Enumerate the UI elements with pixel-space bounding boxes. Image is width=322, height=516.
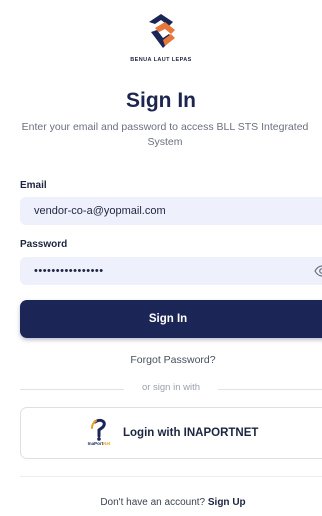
signup-prompt: Don't have an account? Sign Up bbox=[0, 497, 322, 508]
signup-prompt-text: Don't have an account? bbox=[100, 497, 206, 508]
footer-divider bbox=[20, 476, 322, 477]
inaportnet-logo-text: InaPortNet bbox=[87, 441, 111, 446]
email-label: Email bbox=[20, 180, 47, 191]
divider-line-right bbox=[218, 389, 322, 390]
forgot-password-link[interactable]: Forgot Password? bbox=[0, 354, 322, 366]
divider-text: or sign in with bbox=[141, 382, 201, 393]
bll-logo-icon bbox=[0, 10, 322, 54]
page-subtitle: Enter your email and password to access … bbox=[21, 121, 309, 148]
or-divider: or sign in with bbox=[20, 382, 322, 396]
password-field[interactable]: •••••••••••••••• bbox=[20, 257, 322, 285]
password-value: •••••••••••••••• bbox=[34, 265, 104, 277]
sign-in-button[interactable]: Sign In bbox=[20, 300, 322, 338]
eye-icon[interactable] bbox=[314, 263, 322, 279]
login-inaportnet-button[interactable]: InaPortNet Login with INAPORTNET bbox=[20, 407, 322, 459]
sign-up-link[interactable]: Sign Up bbox=[208, 497, 246, 508]
page-title: Sign In bbox=[126, 89, 196, 112]
password-label: Password bbox=[20, 239, 68, 250]
inaportnet-label: Login with INAPORTNET bbox=[123, 427, 259, 439]
brand-name: BENUA LAUT LEPAS bbox=[130, 57, 192, 63]
sign-in-page: BENUA LAUT LEPAS Sign In Enter your emai… bbox=[0, 0, 322, 516]
divider-line-left bbox=[20, 389, 124, 390]
email-value: vendor-co-a@yopmail.com bbox=[34, 205, 166, 217]
email-field[interactable]: vendor-co-a@yopmail.com bbox=[20, 197, 322, 225]
